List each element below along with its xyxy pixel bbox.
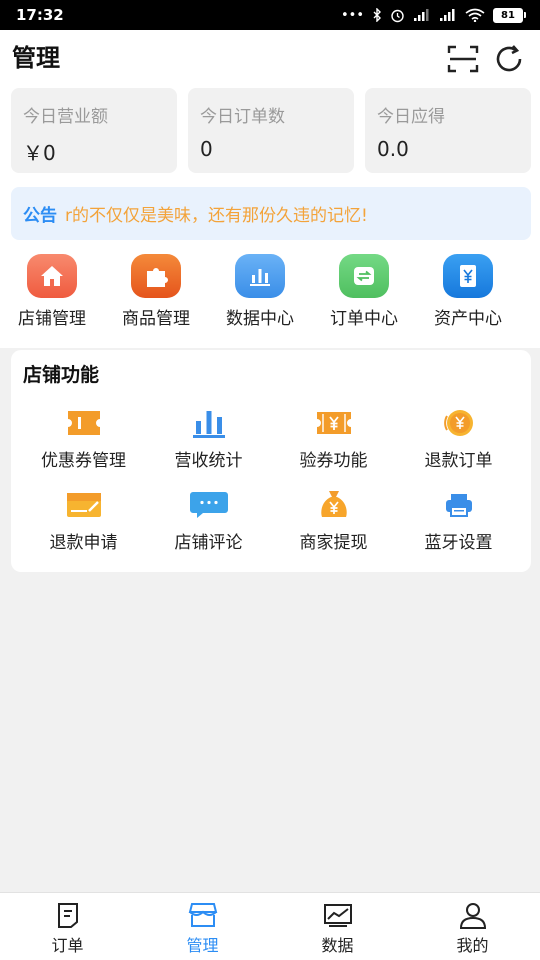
bar-chart-icon [235, 254, 285, 298]
tab-label: 数据 [321, 936, 354, 955]
stat-label: 今日订单数 [200, 107, 285, 127]
func-label: 蓝牙设置 [424, 533, 493, 553]
exchange-icon [339, 254, 389, 298]
func-merchant-withdraw[interactable]: 商家提现 [271, 488, 396, 570]
refund-coin-icon [439, 406, 479, 440]
order-icon [53, 901, 83, 929]
store-icon [188, 901, 218, 929]
tab-label: 订单 [51, 936, 84, 955]
battery-icon: 81 [493, 7, 526, 23]
tab-data[interactable]: 数据 [270, 893, 405, 960]
printer-icon [439, 488, 479, 522]
revenue-chart-icon [189, 406, 229, 440]
notice-bar[interactable]: 公告 r的不仅仅是美味，还有那份久违的记忆! [11, 187, 531, 240]
func-label: 验券功能 [299, 451, 368, 471]
quick-nav-store-management[interactable]: 店铺管理 [0, 254, 104, 329]
quick-nav-data-center[interactable]: 数据中心 [208, 254, 312, 329]
refresh-icon[interactable] [492, 42, 526, 76]
stats-row: 今日营业额 ￥0 今日订单数 0 今日应得 0.0 [11, 88, 531, 173]
func-label: 商家提现 [299, 533, 368, 553]
status-bar: 17:32 ••• 81 [0, 0, 540, 30]
more-dots: ••• [340, 7, 364, 23]
alarm-icon [390, 8, 405, 23]
user-icon [458, 901, 488, 929]
store-functions-card: 店铺功能 优惠券管理 营收统计 验券功能 退款订单 退款申请 店铺评论 商家提现… [11, 350, 531, 572]
status-icons: ••• 81 [340, 7, 526, 23]
tab-management[interactable]: 管理 [135, 893, 270, 960]
bluetooth-icon [372, 8, 382, 22]
func-store-reviews[interactable]: 店铺评论 [146, 488, 271, 570]
stat-card-revenue: 今日营业额 ￥0 [11, 88, 177, 173]
func-label: 店铺评论 [174, 533, 243, 553]
stat-card-orders: 今日订单数 0 [188, 88, 354, 173]
notice-label: 公告 [23, 206, 57, 226]
wifi-icon [465, 8, 485, 22]
battery-level: 81 [493, 7, 523, 23]
stat-label: 今日营业额 [23, 107, 108, 127]
yen-icon [443, 254, 493, 298]
coupon-icon [64, 406, 104, 440]
section-title: 店铺功能 [23, 364, 100, 386]
money-bag-icon [314, 488, 354, 522]
func-coupon-management[interactable]: 优惠券管理 [21, 406, 146, 488]
ticket-yen-icon [314, 406, 354, 440]
scan-icon[interactable] [446, 42, 480, 76]
quick-nav-label: 订单中心 [330, 309, 398, 329]
tab-mine[interactable]: 我的 [405, 893, 540, 960]
data-chart-icon [323, 901, 353, 929]
bottom-nav: 订单 管理 数据 我的 [0, 892, 540, 960]
signal-hd-icon [413, 8, 431, 22]
quick-nav: 店铺管理 商品管理 数据中心 订单中心 资产中心 [0, 254, 540, 329]
func-bluetooth-settings[interactable]: 蓝牙设置 [396, 488, 521, 570]
header-actions [446, 42, 526, 76]
status-time: 17:32 [16, 6, 64, 24]
functions-grid: 优惠券管理 营收统计 验券功能 退款订单 退款申请 店铺评论 商家提现 蓝牙设置 [21, 406, 521, 570]
header-section: 管理 今日营业额 ￥0 今日订单数 0 今日应得 0.0 公告 r的不仅仅是美味… [0, 30, 540, 348]
refund-form-icon [64, 488, 104, 522]
stat-label: 今日应得 [377, 107, 445, 127]
quick-nav-label: 店铺管理 [18, 309, 86, 329]
puzzle-icon [131, 254, 181, 298]
quick-nav-label: 商品管理 [122, 309, 190, 329]
notice-text: r的不仅仅是美味，还有那份久违的记忆! [65, 206, 368, 226]
signal-icon [439, 8, 457, 22]
home-icon [27, 254, 77, 298]
quick-nav-asset-center[interactable]: 资产中心 [416, 254, 520, 329]
func-label: 营收统计 [174, 451, 243, 471]
func-refund-orders[interactable]: 退款订单 [396, 406, 521, 488]
stat-value: 0 [200, 137, 213, 161]
tab-label: 管理 [186, 936, 219, 955]
quick-nav-product-management[interactable]: 商品管理 [104, 254, 208, 329]
page-title: 管理 [12, 44, 60, 72]
stat-value: ￥0 [23, 141, 56, 165]
tab-orders[interactable]: 订单 [0, 893, 135, 960]
func-label: 退款申请 [49, 533, 118, 553]
stat-value: 0.0 [377, 137, 409, 161]
func-label: 优惠券管理 [41, 451, 126, 471]
func-label: 退款订单 [424, 451, 493, 471]
func-revenue-stats[interactable]: 营收统计 [146, 406, 271, 488]
comment-icon [189, 488, 229, 522]
tab-label: 我的 [456, 936, 489, 955]
quick-nav-label: 数据中心 [226, 309, 294, 329]
quick-nav-order-center[interactable]: 订单中心 [312, 254, 416, 329]
func-refund-application[interactable]: 退款申请 [21, 488, 146, 570]
func-coupon-verify[interactable]: 验券功能 [271, 406, 396, 488]
stat-card-earnings: 今日应得 0.0 [365, 88, 531, 173]
quick-nav-label: 资产中心 [434, 309, 502, 329]
